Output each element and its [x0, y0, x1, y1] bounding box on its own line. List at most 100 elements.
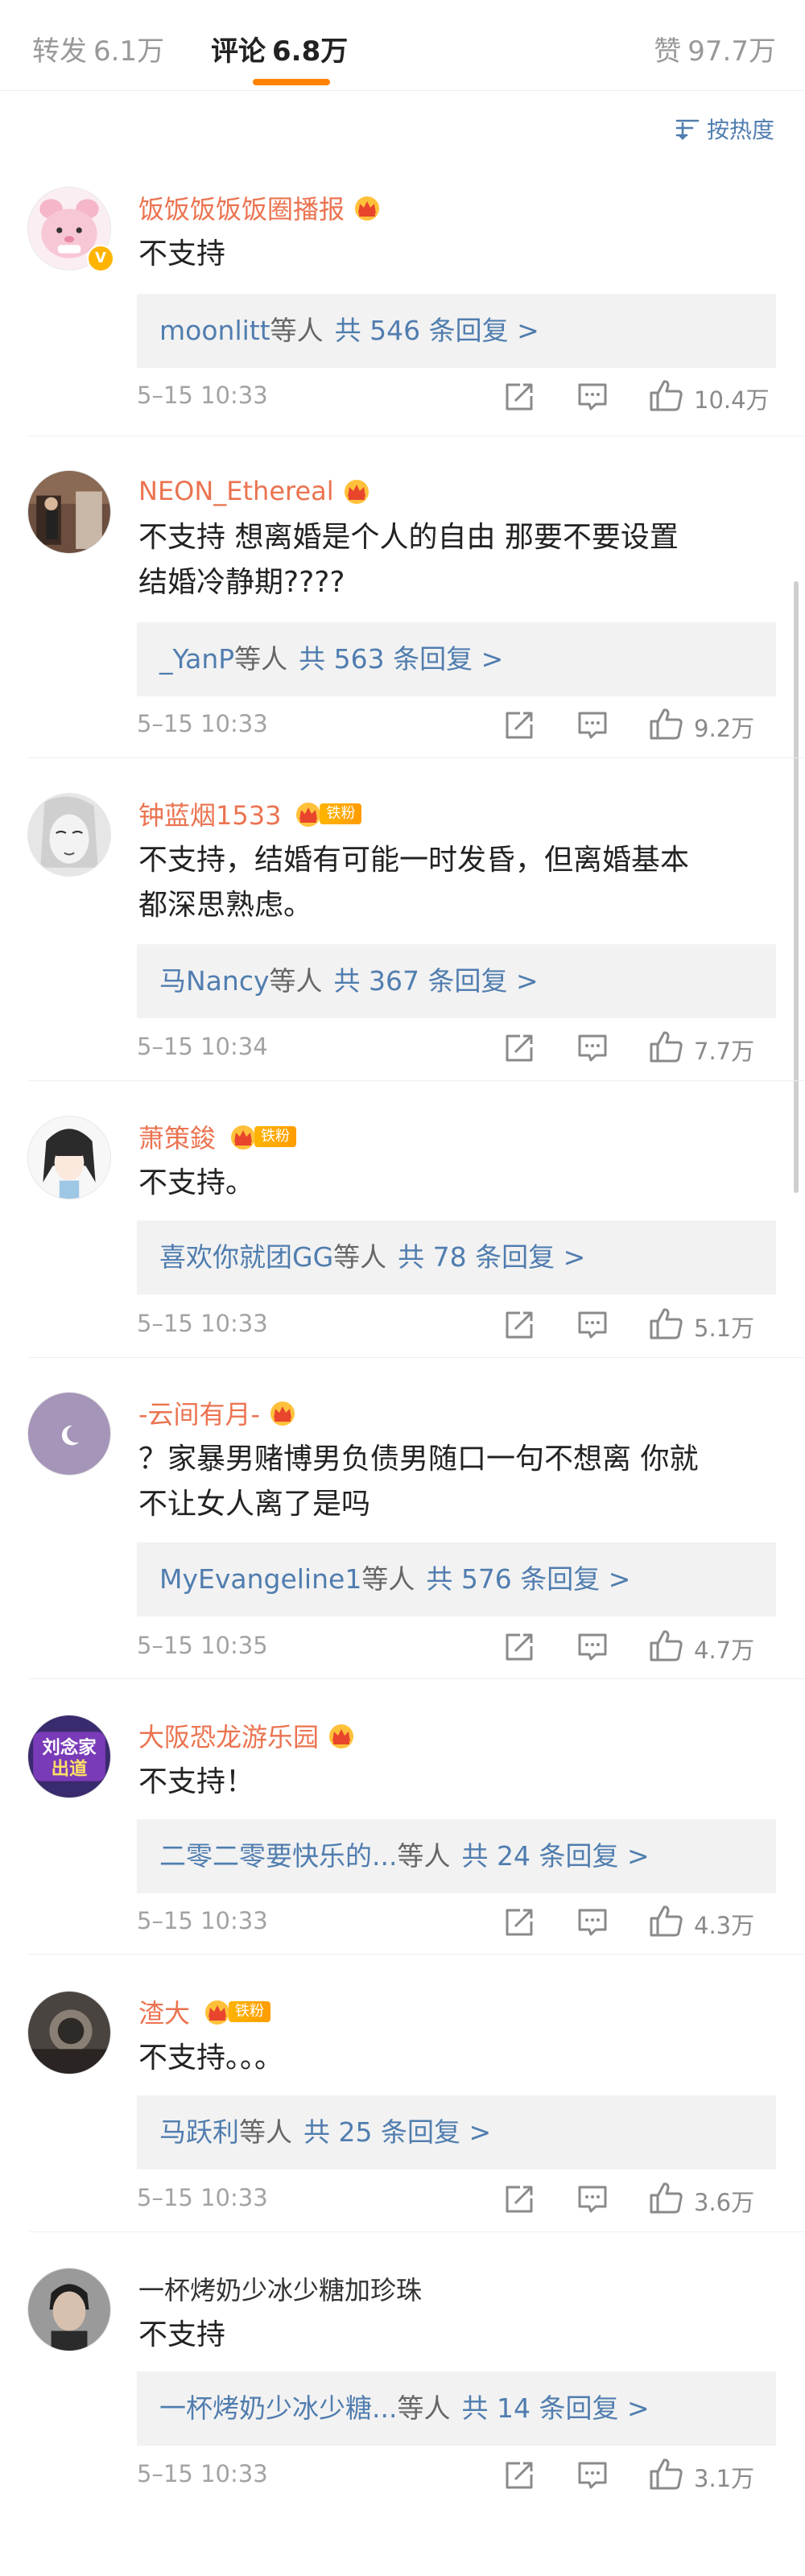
comment-text: 不支持！ [138, 1765, 255, 1798]
like-count: 5.1万 [694, 1315, 755, 1342]
comment-text: 不支持 想离婚是个人的自由 那要不要设置 结婚冷静期???? [138, 521, 679, 599]
comment-meta: 5–15 10:35 4.7万 [137, 1627, 778, 1667]
avatar[interactable] [27, 793, 111, 877]
comment-icon[interactable] [576, 1033, 609, 1063]
username-row: 钟蓝烟1533 铁粉 [138, 795, 362, 832]
username[interactable]: NEON_Ethereal [138, 476, 334, 506]
like-icon[interactable] [649, 2457, 684, 2491]
tab-repost-count: 6.1万 [93, 35, 165, 68]
like-icon[interactable] [649, 707, 684, 741]
username[interactable]: 饭饭饭饭饭圈播报 [138, 189, 345, 226]
reply-user-names: moonlitt [159, 315, 270, 346]
reply-user-names: 马跃利 [159, 2116, 239, 2148]
username[interactable]: 渣大 [138, 1993, 190, 2030]
avatar[interactable] [27, 2268, 111, 2351]
like-icon[interactable] [649, 378, 684, 412]
comment-icon[interactable] [576, 2460, 609, 2491]
fan-badge: 铁粉 [221, 1125, 297, 1150]
share-icon[interactable] [502, 380, 536, 414]
comment-item: -云间有月- ？家暴男赌博男负债男随口一句不想离 你就 不让女人离了是吗 MyEva… [0, 1392, 805, 1679]
comment-icon[interactable] [576, 1310, 609, 1340]
comment-icon[interactable] [576, 1632, 609, 1662]
reply-suffix: 等人 [361, 1563, 415, 1595]
tab-like-label: 赞 [654, 35, 682, 68]
tab-comment-count: 6.8万 [272, 35, 349, 68]
comment-icon[interactable] [576, 710, 609, 741]
replies-preview[interactable]: moonlitt等人共 546 条回复 > [137, 294, 776, 368]
comment-icon[interactable] [576, 382, 609, 412]
avatar[interactable] [27, 1991, 111, 2074]
reply-suffix: 等人 [397, 1840, 451, 1872]
comment-meta: 5–15 10:33 3.6万 [137, 2179, 778, 2219]
share-icon[interactable] [502, 2182, 536, 2216]
username-row: NEON_Ethereal [138, 473, 373, 509]
reply-user-names: 马Nancy [159, 965, 270, 997]
like-count: 4.7万 [694, 1637, 755, 1664]
reply-count-link: 共 367 条回复 > [333, 965, 539, 997]
avatar-text-line1: 刘念家 [42, 1736, 97, 1758]
comment-text: 不支持 [138, 237, 226, 270]
username-row: 饭饭饭饭饭圈播报 [138, 190, 383, 225]
tab-comment[interactable]: 评论 6.8万 [211, 29, 348, 68]
like-icon[interactable] [649, 1629, 684, 1662]
username-row: 萧策鋑 铁粉 [138, 1118, 297, 1155]
avatar[interactable] [27, 470, 111, 554]
reply-count-link: 共 563 条回复 > [299, 643, 504, 675]
tab-repost-label: 转发 [32, 35, 87, 68]
active-tab-indicator [253, 79, 330, 85]
avatar[interactable] [27, 1392, 111, 1476]
comment-item: 刘念家 出道 大阪恐龙游乐园 不支持！ 二零二零要快乐的...等人共 24 条回复 >5… [0, 1715, 805, 1955]
like-icon[interactable] [649, 2181, 684, 2215]
fan-badge-label: 铁粉 [320, 803, 362, 824]
comment-item: 萧策鋑 铁粉 不支持。 喜欢你就团GG等人共 78 条回复 > 5–15 10:33 5.… [0, 1116, 805, 1358]
like-count: 7.7万 [694, 1038, 755, 1065]
replies-preview[interactable]: MyEvangeline1等人共 576 条回复 > [137, 1542, 776, 1616]
share-icon[interactable] [502, 1308, 536, 1342]
like-icon[interactable] [649, 1307, 684, 1340]
replies-preview[interactable]: 一杯烤奶少冰少糖...等人共 14 条回复 > [137, 2372, 776, 2446]
comment-icon[interactable] [576, 2184, 609, 2215]
replies-preview[interactable]: 二零二零要快乐的...等人共 24 条回复 > [137, 1819, 776, 1893]
like-icon[interactable] [649, 1030, 684, 1063]
reply-suffix: 等人 [270, 315, 324, 346]
share-icon[interactable] [502, 2458, 536, 2492]
username[interactable]: 大阪恐龙游乐园 [138, 1717, 319, 1754]
comment-text: 不支持，结婚有可能一时发昏，但离婚基本 都深思熟虑。 [138, 844, 690, 922]
avatar[interactable]: 刘念家 出道 [27, 1715, 111, 1798]
comment-text: 不支持。 [138, 1166, 255, 1199]
reply-user-names: 喜欢你就团GG [159, 1241, 334, 1273]
like-count: 9.2万 [694, 715, 755, 742]
tab-like[interactable]: 赞 97.7万 [654, 29, 776, 68]
reply-count-link: 共 78 条回复 > [398, 1241, 586, 1273]
share-icon[interactable] [502, 1031, 536, 1065]
tab-repost[interactable]: 转发 6.1万 [32, 29, 164, 68]
username[interactable]: 萧策鋑 [138, 1118, 216, 1155]
divider [29, 1080, 805, 1081]
comment-icon[interactable] [576, 1907, 609, 1938]
replies-preview[interactable]: 喜欢你就团GG等人共 78 条回复 > [137, 1220, 776, 1294]
sort-by-hot-button[interactable]: 按热度 [675, 113, 774, 145]
replies-preview[interactable]: _YanP等人共 563 条回复 > [137, 622, 776, 696]
comment-item: NEON_Ethereal 不支持 想离婚是个人的自由 那要不要设置 结婚冷静期?… [0, 470, 805, 758]
reply-count-link: 共 14 条回复 > [461, 2392, 650, 2424]
crown-icon [344, 480, 369, 504]
share-icon[interactable] [502, 1905, 536, 1939]
reply-count-link: 共 24 条回复 > [461, 1840, 650, 1872]
avatar[interactable] [27, 1116, 111, 1199]
share-icon[interactable] [502, 708, 536, 742]
like-count: 3.6万 [694, 2189, 755, 2216]
like-icon[interactable] [649, 1904, 684, 1938]
username[interactable]: 一杯烤奶少冰少糖加珍珠 [138, 2270, 422, 2307]
username[interactable]: 钟蓝烟1533 [138, 795, 281, 832]
share-icon[interactable] [502, 1630, 536, 1664]
crown-icon [355, 196, 380, 221]
username-row: 一杯烤奶少冰少糖加珍珠 [138, 2271, 422, 2306]
username[interactable]: -云间有月- [138, 1394, 260, 1431]
divider [29, 1357, 805, 1358]
comment-meta: 5–15 10:33 10.4万 [137, 377, 778, 417]
replies-preview[interactable]: 马跃利等人共 25 条回复 > [137, 2095, 776, 2169]
replies-preview[interactable]: 马Nancy等人共 367 条回复 > [137, 944, 776, 1018]
verified-badge-icon: V [87, 245, 114, 272]
tab-comment-label: 评论 [211, 35, 266, 68]
like-count: 3.1万 [694, 2465, 755, 2492]
